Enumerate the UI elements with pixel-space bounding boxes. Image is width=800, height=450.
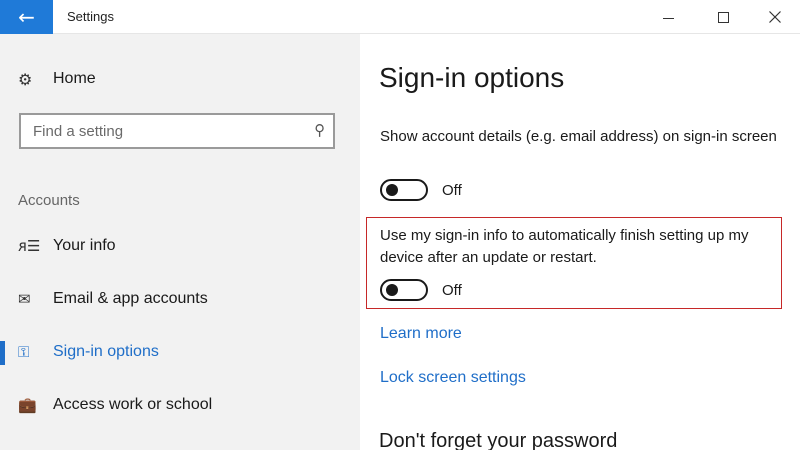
sidebar-item-label: Access work or school — [53, 396, 213, 413]
toggle-state-label: Off — [442, 281, 462, 299]
minimize-button[interactable] — [645, 2, 691, 32]
gear-icon: ⚙ — [18, 69, 33, 89]
maximize-icon — [717, 11, 729, 23]
section-label-accounts: Accounts — [18, 192, 80, 209]
sidebar-item-label: Email & app accounts — [53, 290, 208, 307]
sidebar-item-your-info[interactable]: ᴙ☰ Your info — [0, 226, 360, 266]
sidebar-item-label: Your info — [53, 237, 116, 254]
search-icon[interactable]: ⚲ — [314, 121, 325, 139]
maximize-button[interactable] — [700, 2, 746, 32]
key-icon: ⚿ — [18, 343, 30, 361]
learn-more-link[interactable]: Learn more — [380, 325, 462, 343]
account-details-toggle-row: Off — [380, 179, 462, 201]
sidebar: ⚙ Home ⚲ Accounts ᴙ☰ Your info ✉ Email &… — [0, 34, 360, 450]
account-details-description: Show account details (e.g. email address… — [380, 128, 777, 145]
sidebar-item-access-work[interactable]: 💼 Access work or school — [0, 385, 360, 425]
briefcase-icon: 💼 — [18, 396, 37, 414]
window-title: Settings — [67, 9, 114, 24]
sidebar-item-sign-in-options[interactable]: ⚿ Sign-in options — [0, 332, 360, 372]
close-icon — [769, 11, 781, 23]
title-bar: ← Settings — [0, 0, 800, 34]
close-button[interactable] — [752, 2, 798, 32]
page-title: Sign-in options — [379, 62, 565, 93]
search-input[interactable] — [33, 122, 303, 140]
sidebar-item-label: Sign-in options — [53, 343, 159, 360]
account-details-toggle[interactable] — [380, 179, 428, 201]
lock-screen-settings-link[interactable]: Lock screen settings — [380, 369, 526, 387]
auto-finish-setup-toggle[interactable] — [380, 279, 428, 301]
sidebar-item-home[interactable]: ⚙ Home — [18, 68, 96, 90]
auto-finish-setup-toggle-row: Off — [380, 279, 462, 301]
sidebar-item-email-accounts[interactable]: ✉ Email & app accounts — [0, 279, 360, 319]
back-arrow-icon: ← — [18, 5, 35, 29]
auto-finish-setup-description: Use my sign-in info to automatically fin… — [380, 227, 749, 266]
person-list-icon: ᴙ☰ — [18, 237, 41, 255]
search-box[interactable]: ⚲ — [19, 113, 335, 149]
password-subheading: Don't forget your password — [379, 430, 618, 450]
toggle-knob — [386, 284, 398, 296]
active-indicator — [0, 341, 5, 365]
envelope-icon: ✉ — [18, 290, 31, 308]
toggle-knob — [386, 184, 398, 196]
toggle-state-label: Off — [442, 181, 462, 199]
minimize-icon — [662, 17, 674, 19]
home-label: Home — [53, 70, 96, 87]
back-button[interactable]: ← — [0, 0, 53, 34]
main-content: Sign-in options Show account details (e.… — [360, 34, 800, 450]
